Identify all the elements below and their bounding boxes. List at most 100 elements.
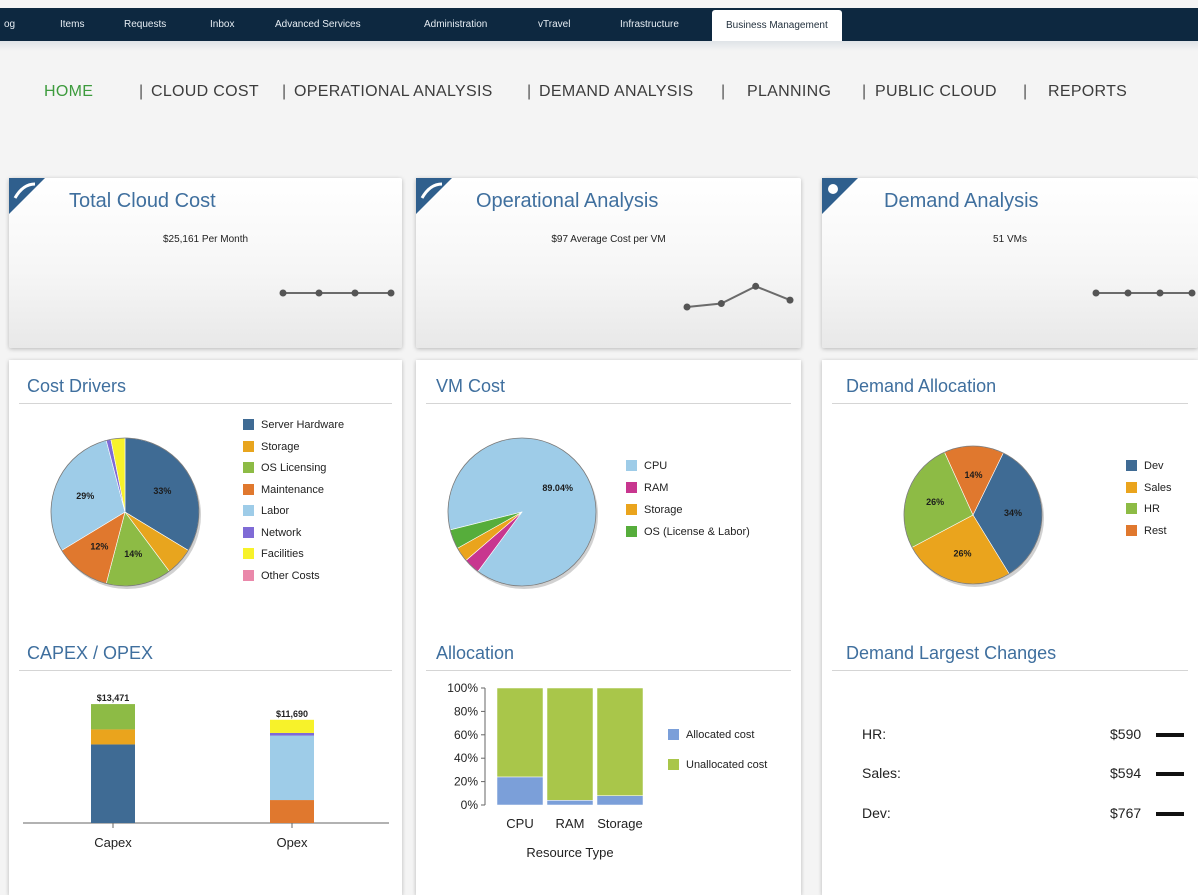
tab-vtravel[interactable]: vTravel xyxy=(538,8,570,41)
panel-column-1: Cost Drivers 33% 14% 12% 29% Server Hardwar… xyxy=(9,360,402,895)
legend-swatch xyxy=(668,729,679,740)
legend-swatch xyxy=(626,460,637,471)
bar-total-label: $13,471 xyxy=(97,693,130,703)
legend-label: Labor xyxy=(261,505,290,517)
allocation-chart: 0% 20% 40% 60% 80% 100% CPU RAM Storage Resource … xyxy=(447,681,644,860)
legend-swatch xyxy=(243,505,254,516)
bar-segment xyxy=(596,795,644,806)
capex-opex-title: CAPEX / OPEX xyxy=(27,643,154,663)
legend-swatch xyxy=(243,483,254,495)
kpi-card-operational-analysis[interactable]: Operational Analysis $97 Average Cost pe… xyxy=(416,178,801,348)
nav-separator: | xyxy=(862,83,867,100)
legend-swatch xyxy=(1126,460,1137,471)
x-tick-label: Opex xyxy=(276,835,308,850)
pie-data-label: 26% xyxy=(953,549,971,559)
chart-corner-icon xyxy=(416,178,452,214)
sparkline xyxy=(1092,289,1196,297)
tab-inbox[interactable]: Inbox xyxy=(210,8,234,41)
legend-label: Sales xyxy=(1144,481,1172,494)
legend-swatch xyxy=(243,462,254,473)
nav-separator: | xyxy=(721,83,726,100)
pie-data-label: 33% xyxy=(153,486,171,496)
panel-column-2: VM Cost 89.04% CPU RAM Storage OS (License … xyxy=(416,360,801,895)
nav-cloud-cost[interactable]: CLOUD COST xyxy=(151,80,259,104)
nav-operational-analysis[interactable]: OPERATIONAL ANALYSIS xyxy=(294,80,493,104)
spark-point xyxy=(351,289,359,297)
vm-cost-title: VM Cost xyxy=(436,376,506,396)
bar-segment xyxy=(496,687,544,778)
legend-label: RAM xyxy=(644,482,669,494)
vm-cost-pie: 89.04% xyxy=(447,437,598,589)
y-tick-label: 100% xyxy=(447,681,478,695)
kpi-subtitle: $25,161 Per Month xyxy=(162,234,249,245)
tab-items[interactable]: Items xyxy=(60,8,84,41)
tab-administration[interactable]: Administration xyxy=(424,8,487,41)
y-tick-label: 80% xyxy=(454,704,478,718)
legend-label: Unallocated cost xyxy=(686,759,768,771)
tab-og[interactable]: og xyxy=(4,8,15,41)
pie-data-label: 14% xyxy=(124,549,142,559)
legend-swatch xyxy=(1126,503,1137,514)
pie-data-label: 14% xyxy=(965,470,983,480)
legend-label: OS Licensing xyxy=(261,462,327,474)
spark-point xyxy=(279,289,287,297)
cost-drivers-title: Cost Drivers xyxy=(27,376,127,396)
spark-point xyxy=(387,289,395,297)
tab-business-management[interactable]: Business Management xyxy=(712,10,842,41)
pie-data-label: 26% xyxy=(926,497,944,507)
change-label-hr: HR: xyxy=(862,726,887,742)
pie-data-label: 34% xyxy=(1004,508,1022,518)
legend-swatch xyxy=(243,548,254,559)
legend-label: Allocated cost xyxy=(686,729,755,741)
legend-label: Server Hardware xyxy=(261,419,345,431)
pie-data-label: 29% xyxy=(76,491,94,501)
kpi-card-demand-analysis[interactable]: Demand Analysis 51 VMs xyxy=(822,178,1198,348)
legend-label: Other Costs xyxy=(261,569,320,582)
legend-label: Network xyxy=(261,526,302,539)
nav-planning[interactable]: PLANNING xyxy=(747,80,831,104)
legend-swatch xyxy=(668,759,679,770)
nav-public-cloud[interactable]: PUBLIC CLOUD xyxy=(875,80,997,104)
tab-requests[interactable]: Requests xyxy=(124,8,166,41)
x-tick-label: Capex xyxy=(94,835,132,850)
bar-segment xyxy=(91,704,135,730)
x-tick-label: CPU xyxy=(506,816,533,831)
change-bar-dev xyxy=(1156,812,1184,816)
spark-point xyxy=(1188,289,1196,297)
legend-swatch xyxy=(243,569,254,581)
legend-label: Facilities xyxy=(261,548,304,560)
tab-infrastructure[interactable]: Infrastructure xyxy=(620,8,679,41)
legend-label: Dev xyxy=(1144,460,1164,472)
x-tick-label: Storage xyxy=(597,816,643,831)
kpi-card-total-cloud-cost[interactable]: Total Cloud Cost $25,161 Per Month xyxy=(9,178,402,348)
nav-home[interactable]: HOME xyxy=(44,80,93,104)
panel-column-3: Demand Allocation 34% 26% 26% 14% Dev Sales H… xyxy=(822,360,1198,895)
allocation-title: Allocation xyxy=(436,643,515,663)
bar-segment xyxy=(270,735,314,801)
section-nav: HOME | CLOUD COST | OPERATIONAL ANALYSIS… xyxy=(0,80,1198,104)
capex-opex-chart: $13,471 Capex $11,690 Opex xyxy=(23,693,389,850)
x-axis-title: Resource Type xyxy=(526,845,613,860)
spark-point xyxy=(1156,289,1164,297)
kpi-title: Total Cloud Cost xyxy=(69,190,216,212)
legend-swatch xyxy=(243,419,254,430)
pie-data-label: 89.04% xyxy=(542,483,573,493)
cloud-corner-icon xyxy=(9,178,45,214)
y-tick-label: 20% xyxy=(454,775,478,789)
spark-point xyxy=(683,303,691,311)
bar-segment xyxy=(270,800,314,823)
legend-swatch xyxy=(243,440,254,452)
nav-demand-analysis[interactable]: DEMAND ANALYSIS xyxy=(539,80,693,104)
sparkline xyxy=(683,282,794,311)
kpi-title: Demand Analysis xyxy=(884,190,1039,212)
spark-point xyxy=(1124,289,1132,297)
nav-reports[interactable]: REPORTS xyxy=(1048,80,1127,104)
bar-segment xyxy=(91,744,135,823)
change-label-sales: Sales: xyxy=(862,765,901,781)
top-tab-bar: og Items Requests Inbox Advanced Service… xyxy=(0,8,1198,51)
change-bar-sales xyxy=(1156,772,1184,776)
bar-segment xyxy=(546,800,594,806)
tab-advanced-services[interactable]: Advanced Services xyxy=(275,8,361,41)
nav-separator: | xyxy=(139,83,144,100)
spark-point xyxy=(1092,289,1100,297)
